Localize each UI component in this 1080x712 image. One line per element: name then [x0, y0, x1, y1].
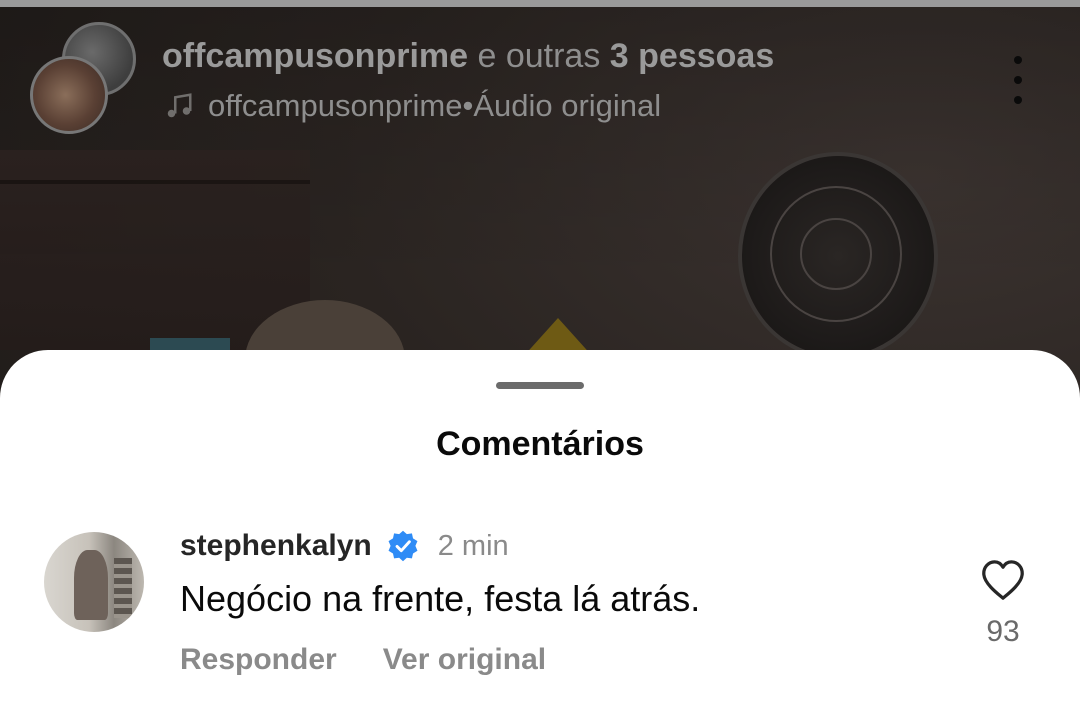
audio-info[interactable]: offcampusonprime • Áudio original: [164, 86, 661, 126]
primary-author-name[interactable]: offcampusonprime: [162, 37, 468, 75]
comment-username[interactable]: stephenkalyn: [180, 529, 372, 563]
sheet-drag-handle[interactable]: [496, 382, 584, 389]
avatar-primary[interactable]: [30, 56, 108, 134]
top-progress-strip: [0, 0, 1080, 7]
collab-authors[interactable]: offcampusonprime e outras 3 pessoas: [162, 34, 774, 78]
video-scene-detail: [150, 338, 230, 350]
other-authors-count[interactable]: 3 pessoas: [610, 37, 774, 75]
verified-badge-icon: [388, 530, 418, 562]
avatar-figure: [74, 550, 108, 620]
author-connector: e outras: [468, 37, 610, 75]
reply-button[interactable]: Responder: [180, 640, 337, 680]
heart-icon[interactable]: [980, 558, 1026, 602]
comment-avatar[interactable]: [44, 532, 144, 632]
like-count: 93: [986, 615, 1020, 648]
comment-actions: Responder Ver original: [180, 640, 592, 680]
comment-like: 93: [970, 558, 1036, 650]
more-vertical-icon[interactable]: [1000, 52, 1036, 108]
music-note-icon: [167, 93, 192, 118]
comment-text: Negócio na frente, festa lá atrás.: [180, 578, 701, 619]
comment-timestamp: 2 min: [437, 529, 509, 562]
audio-label[interactable]: Áudio original: [473, 86, 661, 126]
collab-avatars[interactable]: [30, 22, 140, 134]
audio-separator: •: [462, 88, 474, 123]
comment-item: stephenkalyn 2 min Negócio na frente, fe…: [0, 522, 1080, 682]
comments-sheet: Comentários stephenkalyn 2 min Negócio n…: [0, 350, 1080, 712]
audio-owner[interactable]: offcampusonprime: [208, 86, 462, 126]
comment-header: stephenkalyn 2 min: [180, 522, 509, 570]
sheet-title: Comentários: [436, 425, 644, 463]
reels-screen: offcampusonprime e outras 3 pessoas offc…: [0, 0, 1080, 712]
avatar-background-detail: [114, 558, 132, 618]
see-original-button[interactable]: Ver original: [383, 640, 546, 680]
video-scene-dartboard: [738, 152, 938, 360]
